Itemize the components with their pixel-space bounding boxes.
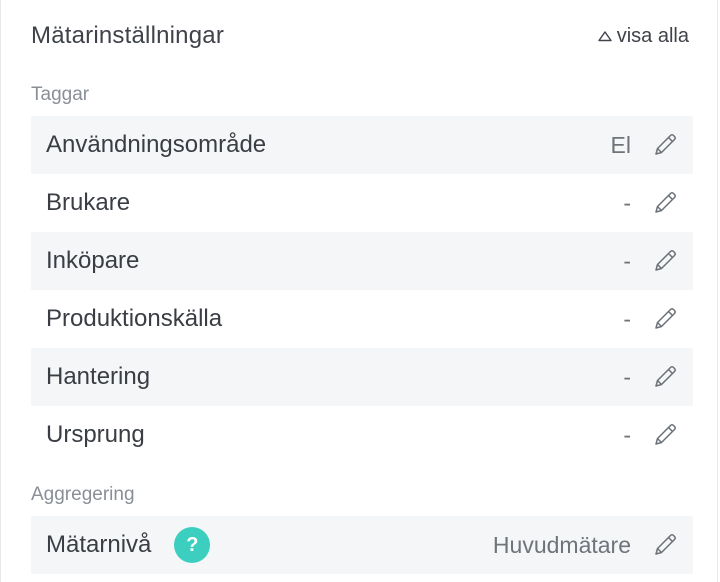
tag-row-value: -: [623, 189, 631, 216]
panel-header: Mätarinställningar visa alla: [31, 14, 689, 58]
aggregation-row-value: Huvudmätare: [492, 531, 631, 558]
aggregation-row: Mätarnivå ? Huvudmätare: [31, 516, 693, 574]
tag-row-label: Produktionskälla: [46, 305, 223, 332]
edit-button[interactable]: [651, 247, 679, 275]
edit-button[interactable]: [651, 131, 679, 159]
tag-row: Inköpare -: [31, 232, 693, 290]
tag-row-value: -: [623, 305, 631, 332]
panel-title: Mätarinställningar: [31, 22, 225, 49]
tag-row-label: Brukare: [46, 189, 131, 216]
edit-button[interactable]: [651, 305, 679, 333]
pencil-icon: [655, 250, 676, 271]
tag-row: Brukare -: [31, 174, 693, 232]
show-all-toggle[interactable]: visa alla: [598, 25, 689, 48]
tag-row: Produktionskälla -: [31, 290, 693, 348]
tag-row-label: Inköpare: [46, 247, 140, 274]
tag-row-value: El: [610, 131, 631, 158]
tag-row: Ursprung -: [31, 406, 693, 464]
edit-button[interactable]: [651, 189, 679, 217]
tag-row-value: -: [623, 247, 631, 274]
tag-row-label: Hantering: [46, 363, 151, 390]
tag-row: Hantering -: [31, 348, 693, 406]
pencil-icon: [655, 534, 676, 555]
pencil-icon: [655, 134, 676, 155]
section-label-tags: Taggar: [31, 84, 90, 105]
tag-row-label: Användningsområde: [46, 131, 267, 158]
tag-row-value: -: [623, 363, 631, 390]
triangle-up-icon: [598, 31, 612, 42]
section-label-aggregation: Aggregering: [31, 484, 135, 505]
pencil-icon: [655, 424, 676, 445]
show-all-label: visa alla: [616, 24, 689, 47]
tag-row-label: Ursprung: [46, 421, 145, 448]
edit-button[interactable]: [651, 421, 679, 449]
aggregation-row-label: Mätarnivå: [46, 531, 152, 558]
pencil-icon: [655, 192, 676, 213]
meter-settings-panel: Mätarinställningar visa alla Taggar Anvä…: [0, 0, 718, 582]
aggregation-list: Mätarnivå ? Huvudmätare: [31, 516, 693, 574]
tags-list: Användningsområde El Brukare - Inköpare …: [31, 116, 693, 464]
pencil-icon: [655, 366, 676, 387]
help-icon[interactable]: ?: [174, 527, 211, 563]
tag-row-value: -: [623, 421, 631, 448]
edit-button[interactable]: [651, 363, 679, 391]
pencil-icon: [655, 308, 676, 329]
tag-row: Användningsområde El: [31, 116, 693, 174]
edit-button[interactable]: [651, 531, 679, 559]
